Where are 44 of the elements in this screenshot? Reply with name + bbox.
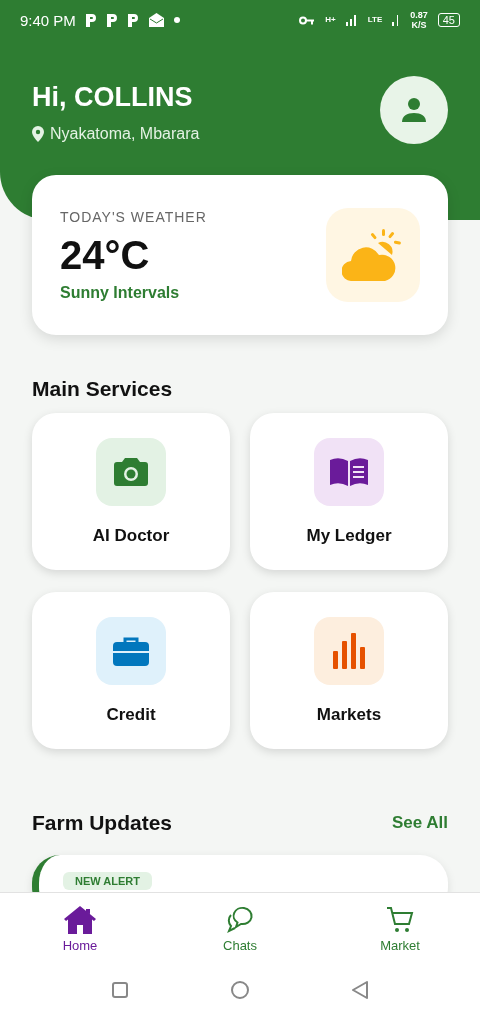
location-text: Nyakatoma, Mbarara xyxy=(50,125,200,143)
signal-icon xyxy=(392,14,401,26)
alert-tag: NEW ALERT xyxy=(63,872,152,890)
home-circle-icon[interactable] xyxy=(231,980,249,999)
section-title: Main Services xyxy=(32,377,174,401)
notification-icon xyxy=(85,13,97,27)
sun-cloud-icon xyxy=(342,229,404,281)
data-speed: 0.87 xyxy=(410,10,428,20)
network-type: H+ xyxy=(325,16,336,24)
chat-bubbles-icon xyxy=(225,905,255,934)
nav-tab[interactable]: Chats xyxy=(190,905,290,953)
network-type: LTE xyxy=(367,16,383,24)
nav-tab[interactable]: Market xyxy=(350,905,450,953)
service-card[interactable]: AI Doctor xyxy=(32,413,230,570)
signal-icon xyxy=(345,14,358,26)
dot-icon xyxy=(173,17,180,23)
camera-icon xyxy=(114,457,148,486)
location-pin-icon xyxy=(32,126,44,142)
mail-icon xyxy=(148,13,164,27)
briefcase-icon xyxy=(113,635,149,666)
weather-condition: Sunny Intervals xyxy=(60,283,181,302)
nav-tab[interactable]: Home xyxy=(30,905,130,953)
temperature: 24°C xyxy=(60,232,151,278)
back-icon[interactable] xyxy=(352,980,369,999)
person-icon xyxy=(402,98,426,122)
book-icon xyxy=(330,457,368,486)
cart-icon xyxy=(386,905,414,934)
battery-level: 45 xyxy=(437,13,460,27)
weather-label: TODAY'S WEATHER xyxy=(60,208,207,225)
speed-unit: K/S xyxy=(411,20,427,30)
notification-icon xyxy=(106,13,118,27)
home-icon xyxy=(64,905,96,934)
status-time: 9:40 PM xyxy=(20,11,76,29)
greeting: Hi, COLLINS xyxy=(32,82,194,113)
bar-chart-icon xyxy=(333,632,365,669)
see-all-link[interactable]: See All xyxy=(391,813,448,833)
notification-icon xyxy=(127,13,139,27)
service-card[interactable]: My Ledger xyxy=(250,413,448,570)
key-icon xyxy=(299,15,316,25)
update-card[interactable]: NEW ALERT xyxy=(32,855,448,892)
service-card[interactable]: Markets xyxy=(250,592,448,749)
service-card[interactable]: Credit xyxy=(32,592,230,749)
recents-icon[interactable] xyxy=(111,981,128,998)
section-title: Farm Updates xyxy=(32,811,173,835)
